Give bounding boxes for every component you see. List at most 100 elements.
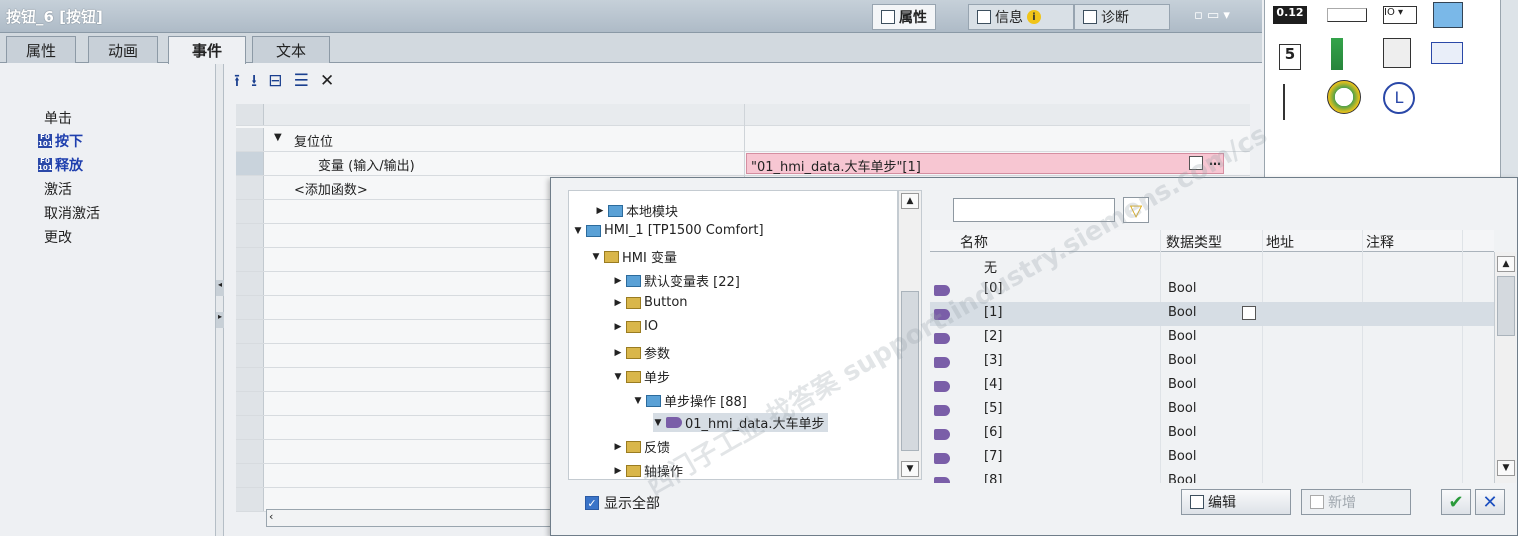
scroll-thumb[interactable] bbox=[901, 291, 919, 451]
io-field-icon[interactable]: 0.12 bbox=[1273, 6, 1307, 24]
tab-info-label: 信息 bbox=[995, 10, 1023, 26]
tab-events[interactable]: 事件 bbox=[168, 36, 246, 64]
list-icon[interactable] bbox=[1189, 156, 1203, 170]
append-function-icon[interactable]: ☰ bbox=[294, 71, 309, 91]
col-datatype[interactable]: 数据类型 bbox=[1166, 232, 1222, 252]
tree-item-axis-op[interactable]: ▶ 轴操作 bbox=[613, 461, 683, 480]
cancel-button[interactable]: ✕ bbox=[1475, 489, 1505, 515]
table-row[interactable]: 无 bbox=[930, 254, 1494, 278]
table-row[interactable]: [7] Bool bbox=[930, 446, 1494, 470]
tab-info[interactable]: 信息 i bbox=[968, 4, 1074, 30]
table-row[interactable]: [6] Bool bbox=[930, 422, 1494, 446]
button-element-icon[interactable] bbox=[1327, 8, 1367, 22]
tab-text[interactable]: 文本 bbox=[252, 36, 330, 63]
table-row-selected[interactable]: [1] Bool bbox=[930, 302, 1494, 326]
tag-name: [5] bbox=[984, 401, 1003, 416]
new-button[interactable]: 新增 bbox=[1301, 489, 1411, 515]
tab-diagnostics[interactable]: 诊断 bbox=[1074, 4, 1170, 30]
date-time-icon[interactable]: 5 bbox=[1279, 44, 1301, 70]
slider-icon[interactable] bbox=[1283, 84, 1297, 120]
event-change[interactable]: 更改 bbox=[44, 227, 72, 247]
expand-arrow-icon[interactable]: ▼ bbox=[274, 132, 282, 143]
search-input[interactable] bbox=[953, 198, 1115, 222]
table-row[interactable]: [0] Bool bbox=[930, 278, 1494, 302]
table-row[interactable]: [8] Bool bbox=[930, 470, 1494, 483]
table-row[interactable]: [3] Bool bbox=[930, 350, 1494, 374]
tree-item-feedback[interactable]: ▶ 反馈 bbox=[613, 437, 670, 456]
scroll-thumb[interactable] bbox=[1497, 276, 1515, 336]
param-value: "01_hmi_data.大车单步"[1] bbox=[751, 160, 921, 175]
tag-icon bbox=[934, 453, 950, 464]
tree-scrollbar[interactable]: ▲ ▼ bbox=[898, 190, 922, 480]
folder-icon bbox=[626, 320, 641, 333]
col-name[interactable]: 名称 bbox=[960, 232, 988, 252]
expand-right-icon[interactable]: ▸ bbox=[216, 312, 224, 328]
folder-icon bbox=[626, 464, 641, 477]
insert-function-icon[interactable]: ⊟ bbox=[268, 71, 282, 91]
gauge-icon[interactable] bbox=[1327, 80, 1361, 114]
scroll-down-icon[interactable]: ▼ bbox=[1497, 460, 1515, 476]
scroll-up-icon[interactable]: ▲ bbox=[1497, 256, 1515, 272]
event-release[interactable]: F0 101 释放 bbox=[38, 155, 83, 175]
scroll-up-icon[interactable]: ▲ bbox=[901, 193, 919, 209]
tree-item-io[interactable]: ▶ IO bbox=[613, 319, 659, 334]
event-click[interactable]: 单击 bbox=[44, 108, 72, 128]
delete-icon[interactable]: ✕ bbox=[320, 71, 334, 91]
param-value-field[interactable]: "01_hmi_data.大车单步"[1] … bbox=[746, 153, 1224, 175]
tree-item-button[interactable]: ▶ Button bbox=[613, 295, 688, 310]
hmi-device-icon bbox=[586, 224, 601, 237]
event-press[interactable]: F0 101 按下 bbox=[38, 131, 83, 151]
tab-animation[interactable]: 动画 bbox=[88, 36, 158, 63]
col-comment[interactable]: 注释 bbox=[1366, 232, 1394, 252]
browse-button[interactable]: … bbox=[1209, 154, 1221, 168]
add-function[interactable]: <添加函数> bbox=[294, 179, 368, 198]
show-all-checkbox[interactable]: ✓ 显示全部 bbox=[585, 493, 660, 513]
table-row[interactable]: [4] Bool bbox=[930, 374, 1494, 398]
tab-properties[interactable]: 属性 bbox=[872, 4, 936, 30]
event-deactivate[interactable]: 取消激活 bbox=[44, 203, 100, 223]
tag-type: Bool bbox=[1168, 281, 1197, 296]
grid-row-function[interactable]: ▼ 复位位 bbox=[236, 128, 1250, 152]
move-down-icon[interactable]: ⭳ bbox=[251, 68, 257, 97]
col-address[interactable]: 地址 bbox=[1266, 232, 1294, 252]
tree-item-selected-tag[interactable]: ▼ 01_hmi_data.大车单步 bbox=[653, 413, 829, 432]
tab-properties-sub[interactable]: 属性 bbox=[6, 36, 76, 63]
listbox-icon[interactable]: IO ▾ bbox=[1383, 6, 1417, 24]
filter-button[interactable]: ▽ bbox=[1123, 197, 1149, 223]
new-button-label: 新增 bbox=[1328, 495, 1356, 511]
grid-row-param[interactable]: 变量 (输入/输出) "01_hmi_data.大车单步"[1] … bbox=[236, 152, 1250, 176]
tree-item-hmi-tags[interactable]: ▼ HMI 变量 bbox=[591, 247, 677, 266]
edit-button[interactable]: 编辑 bbox=[1181, 489, 1291, 515]
confirm-button[interactable]: ✔ bbox=[1441, 489, 1471, 515]
table-row[interactable]: [5] Bool bbox=[930, 398, 1494, 422]
window-controls[interactable]: ▫ ▭ ▾ bbox=[1194, 8, 1230, 23]
tree-label: 01_hmi_data.大车单步 bbox=[685, 417, 825, 432]
function-toolbar: ⭱ ⭳ ⊟ ☰ ✕ bbox=[234, 68, 634, 98]
table-row[interactable]: [2] Bool bbox=[930, 326, 1494, 350]
bar-icon[interactable] bbox=[1331, 38, 1343, 70]
switch-icon[interactable] bbox=[1383, 38, 1411, 68]
tree-label: 默认变量表 [22] bbox=[644, 275, 740, 290]
tree-item-hmi1[interactable]: ▼ HMI_1 [TP1500 Comfort] bbox=[573, 223, 764, 238]
move-up-icon[interactable]: ⭱ bbox=[234, 68, 240, 97]
tree-item-local-modules[interactable]: ▶ 本地模块 bbox=[595, 201, 678, 220]
clock-icon[interactable]: L bbox=[1383, 82, 1415, 114]
event-release-label: 释放 bbox=[55, 158, 83, 174]
tree-item-single-step-op[interactable]: ▼ 单步操作 [88] bbox=[633, 391, 747, 410]
table-scrollbar[interactable]: ▲ ▼ bbox=[1494, 252, 1516, 483]
dialog-footer: ✓ 显示全部 编辑 新增 ✔ ✕ bbox=[551, 483, 1517, 535]
graphic-view-icon[interactable] bbox=[1433, 2, 1463, 28]
symbolic-io-icon[interactable] bbox=[1431, 42, 1463, 64]
collapse-left-icon[interactable]: ◂ bbox=[216, 280, 224, 296]
tree-item-default-table[interactable]: ▶ 默认变量表 [22] bbox=[613, 271, 740, 290]
horizontal-scrollbar[interactable]: ‹ bbox=[266, 509, 556, 527]
tag-name: [8] bbox=[984, 473, 1003, 483]
pane-splitter[interactable]: ◂ ▸ bbox=[216, 64, 224, 536]
tree-item-params[interactable]: ▶ 参数 bbox=[613, 343, 670, 362]
type-list-icon[interactable] bbox=[1242, 306, 1256, 320]
scroll-left-icon[interactable]: ‹ bbox=[269, 510, 273, 523]
tree-item-single-step[interactable]: ▼ 单步 bbox=[613, 367, 670, 386]
tag-icon bbox=[934, 285, 950, 296]
scroll-down-icon[interactable]: ▼ bbox=[901, 461, 919, 477]
event-activate[interactable]: 激活 bbox=[44, 179, 72, 199]
